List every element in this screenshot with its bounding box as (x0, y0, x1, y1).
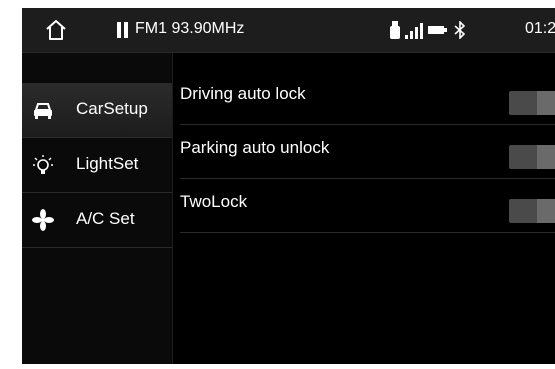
setting-row-twolock: TwoLock (180, 179, 555, 233)
head-unit-screen: FM1 93.90MHz 01:2 CarSetup LightSet A/C … (22, 8, 555, 364)
sidebar-item-label: CarSetup (76, 99, 148, 118)
sidebar-item-carsetup[interactable]: CarSetup (22, 83, 172, 138)
fan-icon (32, 209, 54, 231)
car-icon (34, 103, 52, 119)
usb-icon (390, 21, 400, 39)
setting-row-parking-auto-unlock: Parking auto unlock (180, 125, 555, 179)
pause-icon[interactable] (117, 22, 129, 38)
parking-auto-unlock-toggle[interactable] (509, 145, 555, 169)
radio-station[interactable]: FM1 93.90MHz (135, 20, 244, 38)
clock: 01:2 (525, 20, 555, 37)
status-bar: FM1 93.90MHz 01:2 (22, 8, 555, 53)
bluetooth-icon (454, 21, 466, 39)
twolock-toggle[interactable] (509, 199, 555, 223)
sidebar-item-lightset[interactable]: LightSet (22, 138, 172, 193)
driving-auto-lock-toggle[interactable] (509, 91, 555, 115)
sidebar-item-label: A/C Set (76, 209, 135, 228)
home-icon[interactable] (44, 18, 68, 42)
battery-icon (428, 26, 447, 34)
sidebar-item-label: LightSet (76, 154, 139, 173)
sidebar: CarSetup LightSet A/C Set (22, 53, 173, 364)
setting-label: Driving auto lock (180, 84, 306, 103)
signal-icon (405, 23, 423, 39)
setting-label: Parking auto unlock (180, 138, 330, 157)
setting-label: TwoLock (180, 192, 248, 211)
setting-row-driving-auto-lock: Driving auto lock (180, 71, 555, 125)
bulb-icon (33, 155, 53, 174)
sidebar-item-ac-set[interactable]: A/C Set (22, 193, 172, 248)
